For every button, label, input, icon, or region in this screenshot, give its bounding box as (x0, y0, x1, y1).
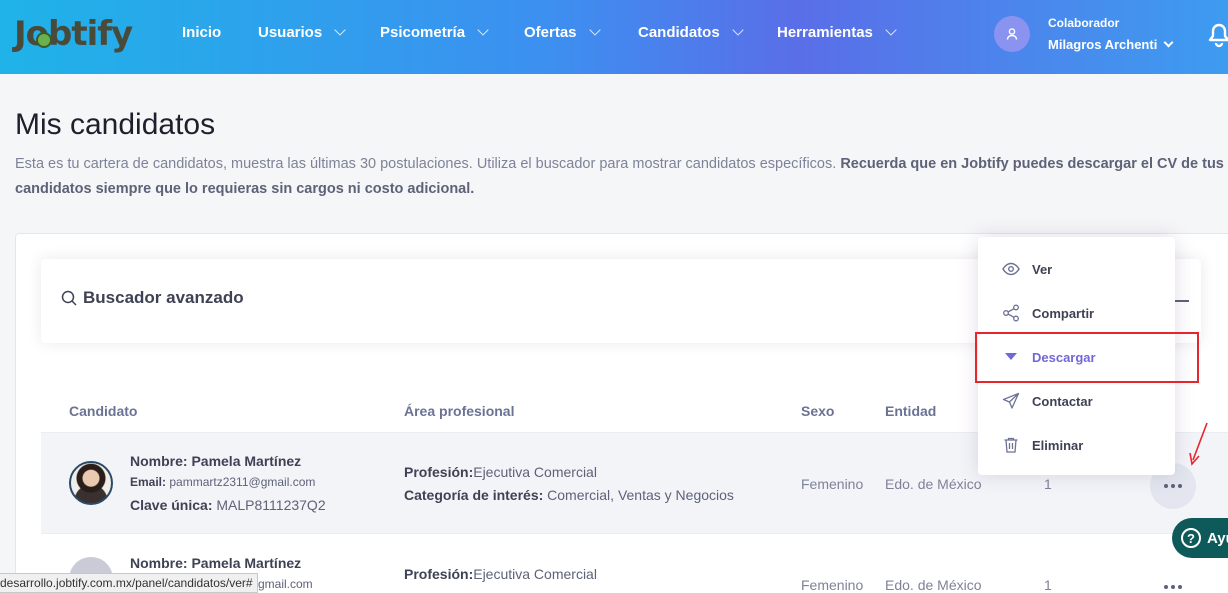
menu-item-label: Contactar (1032, 393, 1093, 409)
profession-value: Ejecutiva Comercial (473, 464, 597, 480)
nav-usuarios[interactable]: Usuarios (258, 24, 346, 41)
candidate-avatar (69, 461, 113, 505)
name-value: Pamela Martínez (191, 453, 302, 469)
candidate-email: Email: pammartz2311@gmail.com (130, 475, 315, 489)
email-label: Email: (130, 475, 167, 489)
dot (1171, 585, 1175, 589)
name-label: Nombre: (130, 555, 188, 571)
profession-value: Ejecutiva Comercial (473, 566, 597, 582)
nav-ofertas[interactable]: Ofertas (524, 24, 601, 41)
menu-item-eliminar[interactable]: Eliminar (978, 423, 1175, 467)
search-icon (61, 290, 77, 306)
bell-icon[interactable] (1206, 20, 1228, 48)
candidate-category: Categoría de interés: Comercial, Ventas … (404, 487, 734, 503)
nav-label: Herramientas (777, 24, 873, 41)
chevron-down-icon (477, 24, 489, 36)
candidate-name: Nombre: Pamela Martínez (130, 555, 301, 571)
menu-item-label: Eliminar (1032, 437, 1084, 453)
share-icon (1003, 304, 1019, 322)
name-value: Pamela Martínez (191, 555, 302, 571)
dot (1164, 585, 1168, 589)
descargar-highlight-box (975, 332, 1199, 383)
candidate-profession: Profesión:Ejecutiva Comercial (404, 464, 597, 480)
column-header-candidate[interactable]: Candidato (69, 403, 137, 419)
chevron-down-icon (334, 24, 346, 36)
chevron-down-icon (588, 24, 601, 36)
candidate-key: Clave única: MALP8111237Q2 (130, 497, 326, 513)
email-value: pammartz2311@gmail.com (169, 475, 316, 489)
candidate-count: 1 (1044, 577, 1052, 593)
description-text: Esta es tu cartera de candidatos, muestr… (15, 156, 841, 172)
browser-status-url: desarrollo.jobtify.com.mx/panel/candidat… (0, 573, 258, 593)
candidate-count: 1 (1044, 476, 1052, 492)
key-label: Clave única: (130, 497, 213, 513)
user-role: Colaborador (1048, 16, 1120, 30)
category-value: Comercial, Ventas y Negocios (547, 487, 734, 503)
jobtify-logo[interactable]: Jobtify (14, 12, 133, 56)
chevron-down-icon (1163, 37, 1174, 48)
send-icon (1002, 392, 1020, 409)
nav-psicometria[interactable]: Psicometría (380, 24, 489, 41)
advanced-search-toggle[interactable]: Buscador avanzado (61, 288, 244, 308)
chevron-down-icon (732, 24, 744, 36)
page-description: Esta es tu cartera de candidatos, muestr… (15, 152, 1228, 202)
candidate-state: Edo. de México (885, 577, 982, 593)
logo-text: Jobtify (14, 14, 133, 54)
top-navbar: Jobtify Inicio Usuarios Psicometría Ofer… (0, 0, 1228, 74)
nav-herramientas[interactable]: Herramientas (777, 24, 897, 41)
annotation-arrow-icon (1189, 422, 1208, 466)
menu-item-label: Compartir (1032, 305, 1095, 321)
profession-label: Profesión: (404, 566, 474, 582)
page-title: Mis candidatos (15, 108, 216, 141)
candidate-sex: Femenino (801, 577, 864, 593)
logo-badge-icon (36, 32, 52, 48)
column-header-state[interactable]: Entidad (885, 403, 936, 419)
category-label: Categoría de interés: (404, 487, 544, 503)
menu-item-ver[interactable]: Ver (978, 247, 1175, 291)
help-label: Ayu (1207, 529, 1228, 547)
nav-label: Usuarios (258, 24, 323, 41)
nav-candidatos[interactable]: Candidatos (638, 24, 744, 41)
key-value: MALP8111237Q2 (216, 497, 326, 513)
menu-item-compartir[interactable]: Compartir (978, 291, 1175, 335)
dot (1171, 484, 1175, 488)
column-header-sex[interactable]: Sexo (801, 403, 834, 419)
collapse-icon[interactable] (1175, 300, 1189, 302)
nav-inicio[interactable]: Inicio (182, 24, 221, 41)
dot (1164, 484, 1168, 488)
candidate-sex: Femenino (801, 476, 864, 492)
user-menu-toggle[interactable]: Milagros Archenti (1048, 37, 1174, 52)
nav-label: Inicio (182, 24, 222, 41)
user-avatar[interactable] (994, 16, 1030, 52)
user-name: Milagros Archenti (1048, 37, 1158, 52)
chevron-down-icon (885, 24, 897, 36)
help-icon: ? (1181, 528, 1201, 548)
trash-icon (1004, 437, 1018, 453)
row-actions-button[interactable] (1164, 585, 1182, 589)
name-label: Nombre: (130, 453, 188, 469)
candidate-profession: Profesión:Ejecutiva Comercial (404, 566, 597, 582)
menu-item-label: Ver (1032, 261, 1053, 277)
nav-label: Ofertas (524, 24, 577, 41)
dot (1178, 484, 1182, 488)
dot (1178, 585, 1182, 589)
column-header-area[interactable]: Área profesional (404, 403, 514, 419)
user-icon (1006, 28, 1018, 40)
profession-label: Profesión: (404, 464, 474, 480)
candidate-email: gmail.com (258, 577, 313, 591)
help-button[interactable]: ? Ayu (1172, 518, 1228, 558)
nav-label: Candidatos (638, 24, 720, 41)
eye-icon (1002, 262, 1020, 276)
menu-item-contactar[interactable]: Contactar (978, 379, 1175, 423)
advanced-search-label: Buscador avanzado (83, 288, 244, 307)
candidate-name: Nombre: Pamela Martínez (130, 453, 301, 469)
nav-label: Psicometría (380, 24, 466, 41)
candidate-state: Edo. de México (885, 476, 982, 492)
